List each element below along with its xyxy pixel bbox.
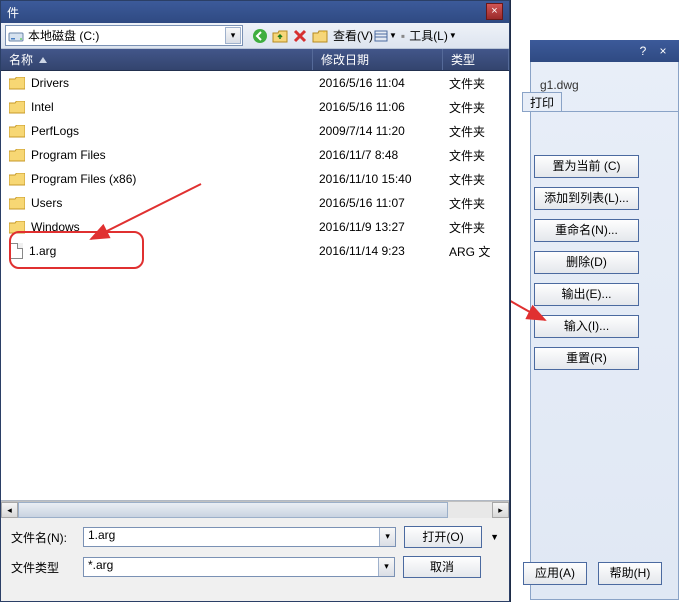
back-icon[interactable] [251, 27, 269, 45]
item-date: 2016/11/14 9:23 [313, 244, 443, 258]
horizontal-scrollbar[interactable]: ◂ ▸ [1, 501, 509, 518]
scroll-right-icon[interactable]: ▸ [492, 502, 509, 518]
view-icon [374, 29, 388, 43]
item-name: 1.arg [29, 244, 56, 258]
item-name: PerfLogs [31, 124, 79, 138]
delete-icon[interactable] [291, 27, 309, 45]
filetype-label: 文件类型 [11, 559, 75, 576]
dialog-toolbar: 本地磁盘 (C:) ▾ 查看(V)▼ ▪ 工具(L)▼ [1, 23, 509, 49]
item-type: 文件夹 [443, 147, 509, 164]
reset-button[interactable]: 重置(R) [534, 347, 639, 370]
chevron-down-icon[interactable]: ▼ [490, 532, 499, 542]
filetype-input[interactable]: *.arg▾ [83, 557, 395, 577]
open-button[interactable]: 打开(O) [404, 526, 482, 548]
list-header: 名称 修改日期 类型 [1, 49, 509, 71]
import-button[interactable]: 输入(I)... [534, 315, 639, 338]
chevron-down-icon[interactable]: ▾ [379, 528, 395, 546]
new-folder-icon[interactable] [311, 27, 329, 45]
tab-underline [522, 111, 679, 112]
item-date: 2016/11/9 13:27 [313, 220, 443, 234]
item-type: 文件夹 [443, 99, 509, 116]
item-type: ARG 文 [443, 243, 509, 260]
item-date: 2016/5/16 11:07 [313, 196, 443, 210]
item-name: Users [31, 196, 62, 210]
help-button[interactable]: 帮助(H) [598, 562, 662, 585]
folder-icon [9, 197, 25, 210]
background-titlebar: ? × [530, 40, 679, 62]
item-name: Intel [31, 100, 54, 114]
folder-icon [9, 149, 25, 162]
close-icon[interactable]: × [486, 3, 503, 20]
sort-asc-icon [39, 57, 47, 63]
folder-icon [9, 77, 25, 90]
rename-button[interactable]: 重命名(N)... [534, 219, 639, 242]
dialog-titlebar[interactable]: 件 × [1, 1, 509, 23]
list-item[interactable]: Program Files (x86) 2016/11/10 15:40文件夹 [1, 167, 509, 191]
column-type[interactable]: 类型 [443, 49, 509, 70]
file-list[interactable]: Drivers2016/5/16 11:04文件夹Intel2016/5/16 … [1, 71, 509, 501]
tools-menu[interactable]: 工具(L)▼ [407, 27, 459, 44]
item-date: 2009/7/14 11:20 [313, 124, 443, 138]
path-combo[interactable]: 本地磁盘 (C:) ▾ [5, 25, 243, 46]
item-name: Program Files [31, 148, 106, 162]
up-folder-icon[interactable] [271, 27, 289, 45]
set-current-button[interactable]: 置为当前 (C) [534, 155, 639, 178]
column-name[interactable]: 名称 [1, 49, 313, 70]
item-type: 文件夹 [443, 219, 509, 236]
item-date: 2016/5/16 11:06 [313, 100, 443, 114]
folder-icon [9, 221, 25, 234]
path-label: 本地磁盘 (C:) [28, 27, 99, 44]
list-item[interactable]: Windows 2016/11/9 13:27文件夹 [1, 215, 509, 239]
folder-icon [9, 125, 25, 138]
item-type: 文件夹 [443, 123, 509, 140]
delete-button[interactable]: 删除(D) [534, 251, 639, 274]
list-item[interactable]: PerfLogs 2009/7/14 11:20文件夹 [1, 119, 509, 143]
chevron-down-icon[interactable]: ▾ [378, 558, 394, 576]
column-date[interactable]: 修改日期 [313, 49, 443, 70]
drive-icon [8, 28, 24, 44]
item-type: 文件夹 [443, 195, 509, 212]
chevron-down-icon: ▼ [449, 31, 457, 40]
dialog-title: 件 [7, 4, 19, 21]
folder-icon [9, 101, 25, 114]
dialog-bottom: 文件名(N): 1.arg▾ 打开(O) ▼ 文件类型 *.arg▾ 取消 [1, 518, 509, 594]
apply-button[interactable]: 应用(A) [523, 562, 587, 585]
help-icon[interactable]: ? [635, 43, 651, 59]
filename-label: 文件名(N): [11, 529, 75, 546]
item-date: 2016/11/7 8:48 [313, 148, 443, 162]
item-type: 文件夹 [443, 171, 509, 188]
item-name: Drivers [31, 76, 69, 90]
item-date: 2016/5/16 11:04 [313, 76, 443, 90]
item-type: 文件夹 [443, 75, 509, 92]
scroll-left-icon[interactable]: ◂ [1, 502, 18, 518]
item-name: Windows [31, 220, 80, 234]
close-icon[interactable]: × [655, 43, 671, 59]
background-filename: g1.dwg [540, 78, 579, 92]
chevron-down-icon: ▼ [389, 31, 397, 40]
list-item[interactable]: Intel 2016/5/16 11:06文件夹 [1, 95, 509, 119]
add-to-list-button[interactable]: 添加到列表(L)... [534, 187, 639, 210]
folder-icon [9, 173, 25, 186]
item-date: 2016/11/10 15:40 [313, 172, 443, 186]
file-open-dialog: 件 × 本地磁盘 (C:) ▾ 查看(V)▼ ▪ 工具(L)▼ 名称 修改日期 … [0, 0, 510, 602]
export-button[interactable]: 输出(E)... [534, 283, 639, 306]
tab-print[interactable]: 打印 [522, 92, 562, 112]
scroll-thumb[interactable] [18, 502, 448, 518]
cancel-button[interactable]: 取消 [403, 556, 481, 578]
filename-input[interactable]: 1.arg▾ [83, 527, 396, 547]
chevron-down-icon[interactable]: ▾ [225, 27, 241, 44]
list-item[interactable]: Drivers 2016/5/16 11:04文件夹 [1, 71, 509, 95]
list-item[interactable]: 1.arg 2016/11/14 9:23ARG 文 [1, 239, 509, 263]
list-item[interactable]: Program Files 2016/11/7 8:48文件夹 [1, 143, 509, 167]
view-menu[interactable]: 查看(V)▼ [331, 27, 399, 44]
list-item[interactable]: Users 2016/5/16 11:07文件夹 [1, 191, 509, 215]
item-name: Program Files (x86) [31, 172, 136, 186]
file-icon [9, 243, 23, 259]
